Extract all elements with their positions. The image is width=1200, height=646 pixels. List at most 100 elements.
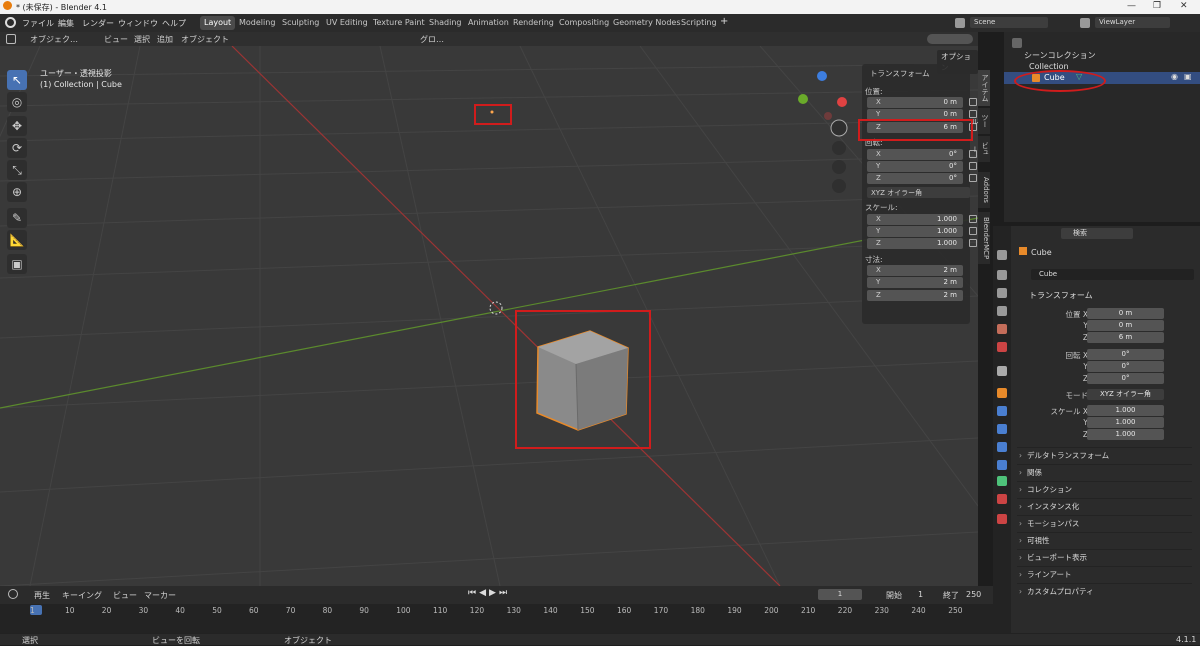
3d-viewport[interactable]: ユーザー・透視投影 (1) Collection | Cube ↖ ◎ ✥ ⟳ … <box>0 46 978 586</box>
tool-tab-icon[interactable] <box>997 250 1007 260</box>
dimensions-x-field[interactable]: X2 m <box>867 265 963 276</box>
view-layer-selector[interactable]: ViewLayer <box>1095 17 1170 28</box>
panel-visibility[interactable]: 可視性 <box>1017 532 1192 548</box>
menu-edit[interactable]: 編集 <box>58 18 74 29</box>
view-layer-icon[interactable] <box>1080 18 1090 28</box>
panel-motion-paths[interactable]: モーションパス <box>1017 515 1192 531</box>
panel-viewport-display[interactable]: ビューポート表示 <box>1017 549 1192 565</box>
outliner-editor-icon[interactable] <box>1012 38 1022 48</box>
transform-panel-header[interactable]: トランスフォーム <box>1029 290 1093 301</box>
menu-file[interactable]: ファイル <box>22 18 54 29</box>
current-frame-field[interactable]: 1 <box>818 589 862 600</box>
end-frame-field[interactable]: 250 <box>966 590 981 599</box>
render-camera-icon[interactable]: ▣ <box>1184 72 1192 81</box>
panel-collections[interactable]: コレクション <box>1017 481 1192 497</box>
panel-delta-transform[interactable]: デルタトランスフォーム <box>1017 447 1192 463</box>
scale-x-field[interactable]: X 1.000 <box>867 214 977 225</box>
minimize-icon[interactable]: — <box>1127 1 1136 11</box>
add-cube-tool-icon[interactable]: ▣ <box>7 254 27 274</box>
menu-window[interactable]: ウィンドウ <box>118 18 158 29</box>
output-tab-icon[interactable] <box>997 288 1007 298</box>
tab-animation[interactable]: Animation <box>464 16 513 30</box>
scale-z-field[interactable]: Z 1.000 <box>867 238 977 249</box>
transform-tool-icon[interactable]: ⊕ <box>7 182 27 202</box>
texture-tab-icon[interactable] <box>997 514 1007 524</box>
constraints-tab-icon[interactable] <box>997 460 1007 470</box>
move-tool-icon[interactable]: ✥ <box>7 116 27 136</box>
data-tab-icon[interactable] <box>997 476 1007 486</box>
object-tab-icon[interactable] <box>997 388 1007 398</box>
tab-view[interactable]: ビュー <box>971 136 990 162</box>
panel-custom-properties[interactable]: カスタムプロパティ <box>1017 583 1192 599</box>
playback-controls-icon[interactable]: ⏮◀▶⏭ <box>468 588 510 598</box>
tab-compositing[interactable]: Compositing <box>555 16 613 30</box>
tab-uv-editing[interactable]: UV Editing <box>322 16 372 30</box>
panel-relations[interactable]: 関係 <box>1017 464 1192 480</box>
tab-modeling[interactable]: Modeling <box>235 16 279 30</box>
editor-type-icon[interactable] <box>6 34 16 44</box>
blender-menu-icon[interactable] <box>5 17 16 28</box>
prop-rotation-z[interactable]: Z 0° <box>1011 372 1200 387</box>
physics-tab-icon[interactable] <box>997 442 1007 452</box>
scene-tab-icon[interactable] <box>997 324 1007 334</box>
material-tab-icon[interactable] <box>997 494 1007 504</box>
rotation-z-field[interactable]: Z 0° <box>867 173 977 184</box>
transform-orientation-selector[interactable]: グロ… <box>420 34 444 45</box>
scene-icon[interactable] <box>955 18 965 28</box>
location-x-field[interactable]: X0 m <box>867 97 977 108</box>
dimensions-y-field[interactable]: Y2 m <box>867 277 963 288</box>
tab-addons[interactable]: Addons <box>978 172 990 208</box>
menu-timeline-view[interactable]: ビュー <box>113 590 137 601</box>
cursor-tool-icon[interactable]: ◎ <box>7 92 27 112</box>
menu-view[interactable]: ビュー <box>104 34 128 45</box>
object-name-field[interactable]: Cube <box>1031 269 1194 280</box>
start-frame-field[interactable]: 1 <box>918 590 923 599</box>
world-tab-icon[interactable] <box>997 342 1007 352</box>
scale-tool-icon[interactable]: ⤡ <box>7 160 27 180</box>
tab-layout[interactable]: Layout <box>200 16 236 30</box>
tab-scripting[interactable]: Scripting <box>677 16 721 30</box>
panel-instancing[interactable]: インスタンス化 <box>1017 498 1192 514</box>
annotate-tool-icon[interactable]: ✎ <box>7 208 27 228</box>
rotation-x-field[interactable]: X 0° <box>867 149 977 160</box>
select-box-tool-icon[interactable]: ↖ <box>7 70 27 90</box>
properties-search[interactable]: 検索 <box>1061 228 1133 239</box>
scale-y-field[interactable]: Y 1.000 <box>867 226 977 237</box>
menu-playback[interactable]: 再生 <box>34 590 50 601</box>
timeline-editor-icon[interactable] <box>8 589 18 599</box>
tab-item[interactable]: アイテム <box>978 70 990 106</box>
close-icon[interactable]: ✕ <box>1180 1 1188 11</box>
prop-rotation-mode[interactable]: モード XYZ オイラー角 <box>1011 388 1200 403</box>
measure-tool-icon[interactable]: 📐 <box>7 230 27 250</box>
menu-help[interactable]: ヘルプ <box>162 18 186 29</box>
rotation-y-field[interactable]: Y 0° <box>867 161 977 172</box>
tab-sculpting[interactable]: Sculpting <box>278 16 323 30</box>
prop-location-z[interactable]: Z6 m <box>1011 331 1200 346</box>
rotation-mode-dropdown[interactable]: XYZ オイラー角 <box>867 187 970 198</box>
tab-rendering[interactable]: Rendering <box>509 16 558 30</box>
maximize-icon[interactable]: ❐ <box>1153 1 1161 11</box>
menu-add[interactable]: 追加 <box>157 34 173 45</box>
menu-object[interactable]: オブジェクト <box>181 34 229 45</box>
mode-selector[interactable]: オブジェク… <box>30 34 78 45</box>
menu-marker[interactable]: マーカー <box>144 590 176 601</box>
tab-blendermcp[interactable]: BlenderMCP <box>978 212 990 264</box>
collection-tab-icon[interactable] <box>997 366 1007 376</box>
particles-tab-icon[interactable] <box>997 424 1007 434</box>
dimensions-z-field[interactable]: Z2 m <box>867 290 963 301</box>
add-workspace-icon[interactable]: + <box>720 16 728 27</box>
tab-tool[interactable]: ツール <box>971 108 990 134</box>
modifier-tab-icon[interactable] <box>997 406 1007 416</box>
render-tab-icon[interactable] <box>997 270 1007 280</box>
prop-scale-z[interactable]: Z 1.000 <box>1011 428 1200 443</box>
tab-texture-paint[interactable]: Texture Paint <box>369 16 429 30</box>
visibility-eye-icon[interactable]: ◉ <box>1171 72 1178 81</box>
menu-keying[interactable]: キーイング <box>62 590 102 601</box>
panel-line-art[interactable]: ラインアート <box>1017 566 1192 582</box>
tab-shading[interactable]: Shading <box>425 16 466 30</box>
shading-mode-buttons[interactable] <box>927 34 973 44</box>
view-layer-tab-icon[interactable] <box>997 306 1007 316</box>
tab-geometry-nodes[interactable]: Geometry Nodes <box>609 16 684 30</box>
menu-select[interactable]: 選択 <box>134 34 150 45</box>
scene-selector[interactable]: Scene <box>970 17 1048 28</box>
